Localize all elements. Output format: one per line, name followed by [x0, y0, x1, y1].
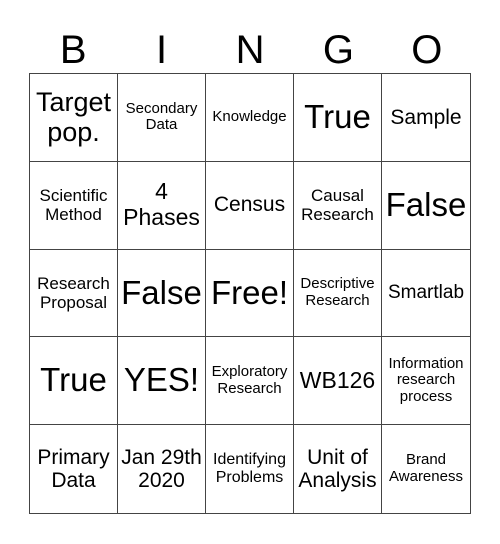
bingo-cell[interactable]: WB126: [294, 337, 382, 426]
bingo-cell[interactable]: 4 Phases: [118, 161, 206, 250]
bingo-cell[interactable]: Target pop.: [30, 74, 118, 162]
bingo-header: B I N G O: [29, 28, 471, 72]
header-letter-g: G: [322, 28, 354, 72]
bingo-cell[interactable]: Smartlab: [382, 250, 470, 338]
header-letter-o: O: [411, 28, 443, 72]
bingo-card-grid: Target pop. Secondary Data Knowledge Tru…: [29, 73, 471, 514]
bingo-cell[interactable]: True: [30, 337, 118, 426]
header-letter-n: N: [235, 28, 265, 72]
bingo-cell[interactable]: True: [294, 74, 382, 162]
bingo-cell[interactable]: Primary Data: [30, 425, 118, 513]
bingo-cell[interactable]: YES!: [118, 337, 206, 426]
bingo-cell[interactable]: Scientific Method: [30, 161, 118, 250]
bingo-cell[interactable]: Knowledge: [206, 74, 294, 162]
bingo-cell[interactable]: Brand Awareness: [382, 425, 470, 513]
bingo-cell[interactable]: Jan 29th 2020: [118, 425, 206, 513]
bingo-cell[interactable]: Unit of Analysis: [294, 425, 382, 513]
bingo-cell[interactable]: False: [382, 162, 470, 250]
bingo-cell[interactable]: Research Proposal: [30, 249, 118, 338]
bingo-cell[interactable]: Exploratory Research: [206, 337, 294, 426]
header-letter-b: B: [59, 28, 87, 72]
bingo-cell[interactable]: Secondary Data: [118, 74, 206, 162]
bingo-cell[interactable]: Causal Research: [294, 161, 382, 250]
bingo-cell[interactable]: Information research process: [382, 337, 470, 426]
bingo-cell[interactable]: Descriptive Research: [294, 249, 382, 338]
bingo-cell[interactable]: Sample: [382, 74, 470, 162]
bingo-cell[interactable]: Identifying Problems: [206, 425, 294, 513]
bingo-cell[interactable]: False: [118, 249, 206, 338]
bingo-cell[interactable]: Census: [206, 161, 294, 250]
bingo-cell-free[interactable]: Free!: [206, 249, 294, 338]
header-letter-i: I: [156, 28, 168, 72]
